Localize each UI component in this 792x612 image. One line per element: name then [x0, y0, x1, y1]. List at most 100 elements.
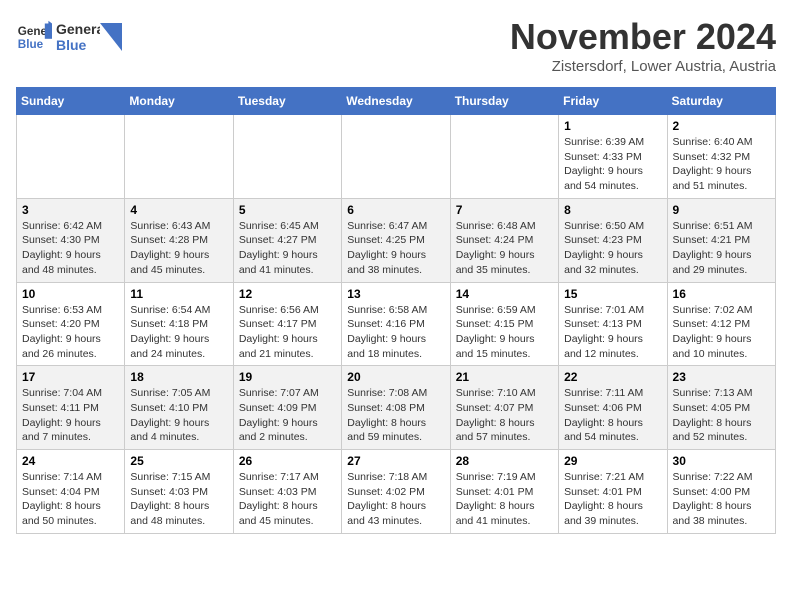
- calendar-week-row: 10 Sunrise: 6:53 AM Sunset: 4:20 PM Dayli…: [17, 282, 776, 366]
- svg-text:General: General: [56, 21, 100, 37]
- day-info: Sunrise: 6:53 AM Sunset: 4:20 PM Dayligh…: [22, 303, 119, 362]
- day-number: 19: [239, 370, 336, 384]
- day-number: 28: [456, 454, 553, 468]
- day-number: 14: [456, 287, 553, 301]
- calendar-week-row: 17 Sunrise: 7:04 AM Sunset: 4:11 PM Dayli…: [17, 366, 776, 450]
- calendar-table: SundayMondayTuesdayWednesdayThursdayFrid…: [16, 87, 776, 534]
- calendar-cell: 18 Sunrise: 7:05 AM Sunset: 4:10 PM Dayli…: [125, 366, 233, 450]
- calendar-cell: [342, 115, 450, 199]
- title-section: November 2024 Zistersdorf, Lower Austria…: [510, 16, 776, 75]
- day-number: 10: [22, 287, 119, 301]
- day-info: Sunrise: 6:54 AM Sunset: 4:18 PM Dayligh…: [130, 303, 227, 362]
- calendar-cell: 12Sunrise: 6:56 AM Sunset: 4:17 PM Dayli…: [233, 282, 341, 366]
- calendar-cell: [450, 115, 558, 199]
- day-number: 7: [456, 203, 553, 217]
- day-number: 16: [673, 287, 770, 301]
- day-number: 2: [673, 119, 770, 133]
- logo-graphic: General Blue: [56, 16, 100, 58]
- day-info: Sunrise: 7:07 AM Sunset: 4:09 PM Dayligh…: [239, 386, 336, 445]
- day-info: Sunrise: 6:47 AM Sunset: 4:25 PM Dayligh…: [347, 219, 444, 278]
- day-info: Sunrise: 6:45 AM Sunset: 4:27 PM Dayligh…: [239, 219, 336, 278]
- day-info: Sunrise: 6:40 AM Sunset: 4:32 PM Dayligh…: [673, 135, 770, 194]
- page-header: General Blue General Blue November 2024 …: [16, 16, 776, 75]
- logo-arrow-icon: [100, 23, 122, 51]
- calendar-cell: 9 Sunrise: 6:51 AM Sunset: 4:21 PM Daylig…: [667, 198, 775, 282]
- calendar-cell: 22 Sunrise: 7:11 AM Sunset: 4:06 PM Dayli…: [559, 366, 667, 450]
- calendar-cell: 25 Sunrise: 7:15 AM Sunset: 4:03 PM Dayli…: [125, 450, 233, 534]
- day-number: 25: [130, 454, 227, 468]
- weekday-header-sunday: Sunday: [17, 88, 125, 115]
- calendar-cell: 11Sunrise: 6:54 AM Sunset: 4:18 PM Dayli…: [125, 282, 233, 366]
- calendar-cell: 5 Sunrise: 6:45 AM Sunset: 4:27 PM Daylig…: [233, 198, 341, 282]
- day-info: Sunrise: 7:02 AM Sunset: 4:12 PM Dayligh…: [673, 303, 770, 362]
- weekday-header-saturday: Saturday: [667, 88, 775, 115]
- day-number: 3: [22, 203, 119, 217]
- day-info: Sunrise: 6:59 AM Sunset: 4:15 PM Dayligh…: [456, 303, 553, 362]
- day-info: Sunrise: 6:48 AM Sunset: 4:24 PM Dayligh…: [456, 219, 553, 278]
- day-number: 6: [347, 203, 444, 217]
- weekday-header-monday: Monday: [125, 88, 233, 115]
- day-info: Sunrise: 7:22 AM Sunset: 4:00 PM Dayligh…: [673, 470, 770, 529]
- calendar-cell: 30 Sunrise: 7:22 AM Sunset: 4:00 PM Dayli…: [667, 450, 775, 534]
- day-number: 15: [564, 287, 661, 301]
- day-number: 22: [564, 370, 661, 384]
- day-info: Sunrise: 7:08 AM Sunset: 4:08 PM Dayligh…: [347, 386, 444, 445]
- calendar-cell: 1 Sunrise: 6:39 AM Sunset: 4:33 PM Daylig…: [559, 115, 667, 199]
- logo: General Blue General Blue: [16, 16, 122, 58]
- day-info: Sunrise: 6:42 AM Sunset: 4:30 PM Dayligh…: [22, 219, 119, 278]
- weekday-header-row: SundayMondayTuesdayWednesdayThursdayFrid…: [17, 88, 776, 115]
- day-number: 21: [456, 370, 553, 384]
- calendar-cell: 3 Sunrise: 6:42 AM Sunset: 4:30 PM Daylig…: [17, 198, 125, 282]
- calendar-cell: 7 Sunrise: 6:48 AM Sunset: 4:24 PM Daylig…: [450, 198, 558, 282]
- day-number: 24: [22, 454, 119, 468]
- day-info: Sunrise: 7:13 AM Sunset: 4:05 PM Dayligh…: [673, 386, 770, 445]
- day-number: 8: [564, 203, 661, 217]
- svg-text:Blue: Blue: [18, 38, 44, 51]
- svg-text:Blue: Blue: [56, 37, 87, 53]
- day-info: Sunrise: 7:01 AM Sunset: 4:13 PM Dayligh…: [564, 303, 661, 362]
- day-number: 5: [239, 203, 336, 217]
- calendar-cell: [125, 115, 233, 199]
- day-number: 30: [673, 454, 770, 468]
- day-info: Sunrise: 7:15 AM Sunset: 4:03 PM Dayligh…: [130, 470, 227, 529]
- day-info: Sunrise: 7:11 AM Sunset: 4:06 PM Dayligh…: [564, 386, 661, 445]
- day-info: Sunrise: 7:19 AM Sunset: 4:01 PM Dayligh…: [456, 470, 553, 529]
- day-info: Sunrise: 6:43 AM Sunset: 4:28 PM Dayligh…: [130, 219, 227, 278]
- calendar-cell: [17, 115, 125, 199]
- calendar-cell: 21 Sunrise: 7:10 AM Sunset: 4:07 PM Dayli…: [450, 366, 558, 450]
- calendar-cell: 28 Sunrise: 7:19 AM Sunset: 4:01 PM Dayli…: [450, 450, 558, 534]
- weekday-header-tuesday: Tuesday: [233, 88, 341, 115]
- calendar-cell: 27Sunrise: 7:18 AM Sunset: 4:02 PM Dayli…: [342, 450, 450, 534]
- calendar-cell: 10 Sunrise: 6:53 AM Sunset: 4:20 PM Dayli…: [17, 282, 125, 366]
- calendar-cell: [233, 115, 341, 199]
- day-info: Sunrise: 6:51 AM Sunset: 4:21 PM Dayligh…: [673, 219, 770, 278]
- calendar-cell: 4Sunrise: 6:43 AM Sunset: 4:28 PM Daylig…: [125, 198, 233, 282]
- day-info: Sunrise: 6:58 AM Sunset: 4:16 PM Dayligh…: [347, 303, 444, 362]
- calendar-cell: 26Sunrise: 7:17 AM Sunset: 4:03 PM Dayli…: [233, 450, 341, 534]
- calendar-cell: 16 Sunrise: 7:02 AM Sunset: 4:12 PM Dayli…: [667, 282, 775, 366]
- day-info: Sunrise: 7:10 AM Sunset: 4:07 PM Dayligh…: [456, 386, 553, 445]
- month-title: November 2024: [510, 16, 776, 58]
- calendar-cell: 6 Sunrise: 6:47 AM Sunset: 4:25 PM Daylig…: [342, 198, 450, 282]
- location-subtitle: Zistersdorf, Lower Austria, Austria: [510, 58, 776, 75]
- weekday-header-friday: Friday: [559, 88, 667, 115]
- day-info: Sunrise: 7:14 AM Sunset: 4:04 PM Dayligh…: [22, 470, 119, 529]
- day-number: 13: [347, 287, 444, 301]
- day-info: Sunrise: 7:21 AM Sunset: 4:01 PM Dayligh…: [564, 470, 661, 529]
- day-info: Sunrise: 6:39 AM Sunset: 4:33 PM Dayligh…: [564, 135, 661, 194]
- weekday-header-wednesday: Wednesday: [342, 88, 450, 115]
- day-info: Sunrise: 7:04 AM Sunset: 4:11 PM Dayligh…: [22, 386, 119, 445]
- day-number: 23: [673, 370, 770, 384]
- day-number: 12: [239, 287, 336, 301]
- day-number: 1: [564, 119, 661, 133]
- calendar-cell: 23 Sunrise: 7:13 AM Sunset: 4:05 PM Dayli…: [667, 366, 775, 450]
- calendar-cell: 2 Sunrise: 6:40 AM Sunset: 4:32 PM Daylig…: [667, 115, 775, 199]
- day-number: 9: [673, 203, 770, 217]
- day-info: Sunrise: 7:05 AM Sunset: 4:10 PM Dayligh…: [130, 386, 227, 445]
- calendar-week-row: 24 Sunrise: 7:14 AM Sunset: 4:04 PM Dayli…: [17, 450, 776, 534]
- day-number: 18: [130, 370, 227, 384]
- calendar-cell: 13 Sunrise: 6:58 AM Sunset: 4:16 PM Dayli…: [342, 282, 450, 366]
- day-number: 17: [22, 370, 119, 384]
- weekday-header-thursday: Thursday: [450, 88, 558, 115]
- calendar-cell: 8Sunrise: 6:50 AM Sunset: 4:23 PM Daylig…: [559, 198, 667, 282]
